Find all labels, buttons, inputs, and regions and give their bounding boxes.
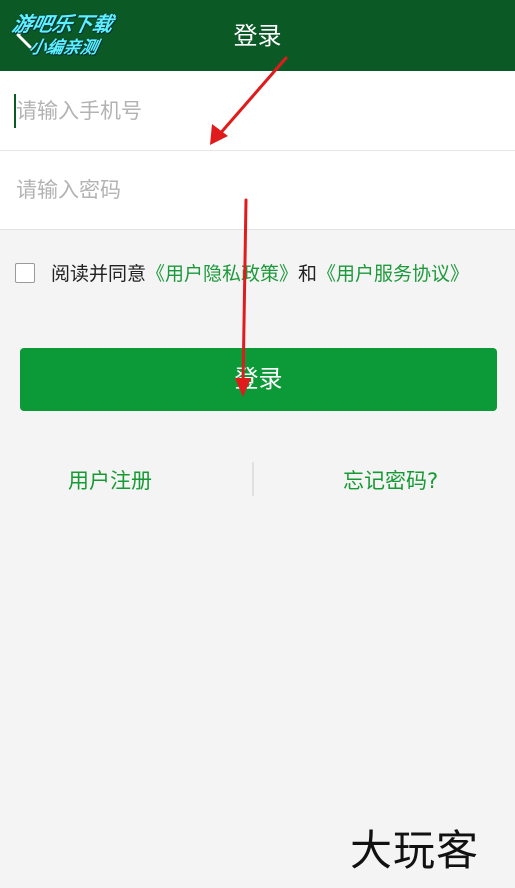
login-button[interactable]: 登录 [20, 348, 497, 411]
brand-watermark: 大玩客 [350, 826, 480, 875]
agreement-prefix: 阅读并同意 [51, 263, 147, 285]
service-agreement-link[interactable]: 《用户服务协议》 [317, 263, 469, 285]
register-link[interactable]: 用户注册 [68, 466, 152, 496]
agreement-text: 阅读并同意《用户隐私政策》和《用户服务协议》 [51, 261, 481, 287]
password-field-row [0, 151, 515, 230]
page-title: 登录 [233, 22, 282, 50]
links-divider [252, 462, 254, 496]
forgot-password-link[interactable]: 忘记密码? [343, 466, 438, 496]
privacy-policy-link[interactable]: 《用户隐私政策》 [146, 263, 298, 285]
phone-input[interactable] [0, 71, 515, 150]
app-header: 游吧乐下载 小编亲测 登录 [0, 0, 515, 71]
agreement-checkbox[interactable] [15, 263, 35, 283]
text-cursor [14, 94, 16, 128]
password-input[interactable] [0, 151, 515, 229]
phone-field-row [0, 71, 515, 151]
agreement-conjunction: 和 [298, 263, 318, 285]
